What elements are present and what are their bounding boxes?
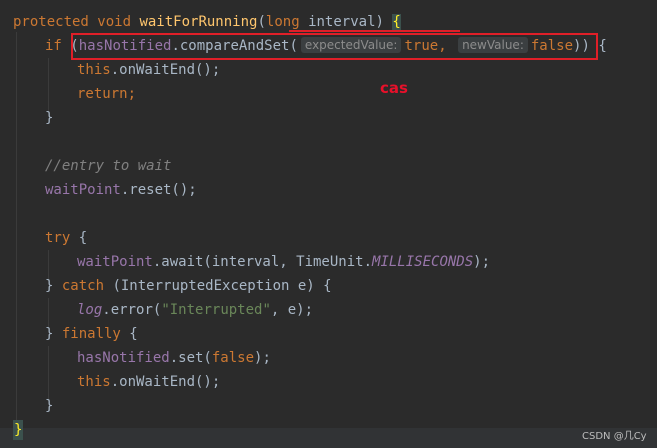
- semicolon: ;: [127, 86, 137, 102]
- code-line-close-if[interactable]: }: [45, 108, 53, 128]
- keyword-this: this: [77, 62, 111, 78]
- brace-close: }: [45, 278, 62, 294]
- keyword-void: void: [97, 14, 132, 30]
- csdn-watermark: CSDN @几Cy: [582, 431, 647, 442]
- code-line-await[interactable]: waitPoint.await(interval, TimeUnit.MILLI…: [77, 252, 490, 272]
- annotation-underline: [289, 30, 460, 32]
- code-editor[interactable]: protected void waitForRunning(long inter…: [0, 0, 657, 448]
- brace-close: }: [45, 110, 54, 126]
- method-call-set: .set(: [169, 350, 212, 366]
- constant-milliseconds: MILLISECONDS: [372, 254, 474, 270]
- method-call-reset: .reset();: [120, 182, 197, 198]
- code-line-close-finally[interactable]: }: [45, 396, 53, 416]
- brace-open: {: [70, 230, 88, 246]
- args-end: , e);: [270, 302, 314, 318]
- keyword-catch: catch: [61, 278, 105, 294]
- field-waitpoint: waitPoint: [45, 182, 121, 198]
- paren-close-semi: );: [473, 254, 491, 270]
- method-call-onwaitend: .onWaitEnd();: [110, 374, 221, 390]
- code-line-log-error[interactable]: log.error("Interrupted", e);: [77, 300, 313, 320]
- indent-guide: [48, 346, 49, 400]
- method-call-error: .error(: [102, 302, 162, 318]
- brace-close: }: [45, 326, 62, 342]
- literal-false: false: [211, 350, 255, 366]
- matched-brace-close: }: [13, 420, 24, 440]
- paren-close: ): [375, 14, 384, 30]
- indent-guide: [48, 58, 49, 112]
- string-interrupted: "Interrupted": [161, 302, 271, 318]
- type-long: long: [265, 14, 300, 30]
- keyword-return: return: [77, 86, 128, 102]
- code-line-finally[interactable]: } finally {: [45, 324, 138, 344]
- paren-close-semi: );: [254, 350, 271, 366]
- brace-open: {: [120, 326, 138, 342]
- matched-brace-open: {: [392, 14, 401, 30]
- comment-entry-to-wait: //entry to wait: [45, 158, 172, 174]
- method-call-onwaitend: .onWaitEnd();: [110, 62, 221, 78]
- indent-guide: [16, 32, 17, 420]
- code-line-comment[interactable]: //entry to wait: [45, 156, 171, 176]
- annotation-label: cas: [380, 79, 408, 97]
- code-line-method-signature[interactable]: protected void waitForRunning(long inter…: [13, 12, 401, 32]
- catch-clause: (InterruptedException e) {: [104, 278, 332, 294]
- code-line-onwaitend[interactable]: this.onWaitEnd();: [77, 372, 220, 392]
- annotation-highlight-box: [71, 33, 598, 60]
- bottom-bar: [0, 428, 657, 448]
- field-waitpoint: waitPoint: [77, 254, 153, 270]
- keyword-finally: finally: [61, 326, 121, 342]
- param-interval: interval: [308, 14, 376, 30]
- field-hasnotified: hasNotified: [77, 350, 170, 366]
- code-line-onwaitend[interactable]: this.onWaitEnd();: [77, 60, 220, 80]
- code-line-catch[interactable]: } catch (InterruptedException e) {: [45, 276, 332, 296]
- code-line-set-false[interactable]: hasNotified.set(false);: [77, 348, 271, 368]
- code-line-try[interactable]: try {: [45, 228, 87, 248]
- field-log: log: [77, 302, 103, 318]
- method-name: waitForRunning: [139, 14, 258, 30]
- method-call-await: .await(interval, TimeUnit.: [152, 254, 373, 270]
- paren-open: (: [257, 14, 266, 30]
- keyword-try: try: [45, 230, 71, 246]
- keyword-protected: protected: [13, 14, 89, 30]
- code-line-reset[interactable]: waitPoint.reset();: [45, 180, 197, 200]
- code-line-return[interactable]: return;: [77, 84, 136, 104]
- keyword-if: if: [45, 38, 62, 54]
- keyword-this: this: [77, 374, 111, 390]
- brace-close: }: [45, 398, 54, 414]
